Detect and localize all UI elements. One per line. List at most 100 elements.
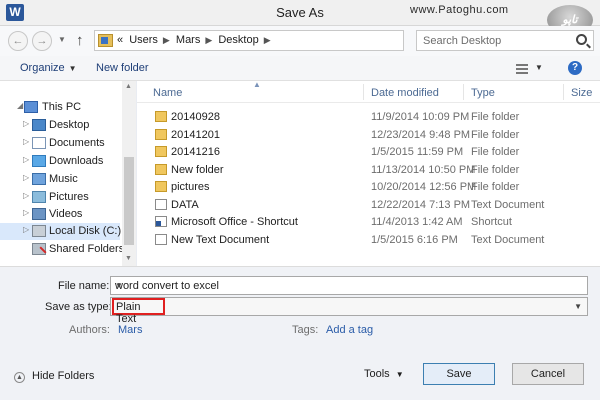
sidebar-item-pictures[interactable]: ▷ Pictures [0, 189, 120, 206]
sidebar-item-label: Downloads [49, 155, 104, 167]
column-header-size[interactable]: Size [571, 87, 592, 99]
up-folder-button[interactable]: ↑ [76, 32, 84, 49]
command-toolbar: Organize ▼ New folder ▼ ? [0, 56, 600, 81]
file-row[interactable]: 20141201 12/23/2014 9:48 PM File folder [137, 127, 600, 144]
chevron-right-icon[interactable]: ▶ [205, 35, 212, 45]
documents-icon [32, 137, 46, 149]
navigation-scrollbar[interactable]: ▲ ▼ [122, 81, 136, 266]
file-name-label: File name: [58, 280, 110, 292]
file-date: 11/13/2014 10:50 PM [371, 164, 476, 176]
folder-icon [155, 146, 167, 157]
help-icon[interactable]: ? [568, 61, 582, 75]
search-input[interactable]: Search Desktop [416, 30, 594, 51]
network-drive-icon [32, 243, 46, 255]
expand-icon[interactable]: ▷ [23, 137, 29, 146]
change-view-icon[interactable] [516, 64, 528, 74]
downloads-icon [32, 155, 46, 167]
sidebar-item-videos[interactable]: ▷ Videos [0, 206, 120, 223]
file-type: File folder [471, 146, 520, 158]
file-date: 1/5/2015 11:59 PM [371, 146, 464, 158]
authors-label: Authors: [69, 324, 110, 336]
file-name: 20141216 [171, 146, 220, 158]
sidebar-item-this-pc[interactable]: ◢ This PC [0, 99, 120, 116]
sidebar-item-label: Desktop [49, 119, 90, 131]
file-row[interactable]: New folder 11/13/2014 10:50 PM File fold… [137, 162, 600, 179]
computer-icon [24, 101, 38, 113]
folder-icon [155, 164, 167, 175]
save-button[interactable]: Save [423, 363, 495, 385]
breadcrumb-desktop[interactable]: Desktop [218, 34, 258, 46]
hide-folders-button[interactable]: Hide Folders [32, 370, 94, 382]
folder-location-icon [98, 34, 113, 47]
file-name-field[interactable]: word convert to excel ▼ [110, 276, 588, 295]
save-options-panel: File name: word convert to excel ▼ Save … [0, 266, 600, 400]
scroll-down-icon[interactable]: ▼ [125, 255, 132, 262]
sidebar-item-desktop[interactable]: ▷ Desktop [0, 117, 120, 134]
document-icon [155, 199, 167, 210]
view-options-caret-icon[interactable]: ▼ [535, 63, 543, 72]
column-divider[interactable] [463, 84, 464, 100]
file-row[interactable]: DATA 12/22/2014 7:13 PM Text Document [137, 197, 600, 214]
folder-icon [155, 111, 167, 122]
breadcrumb-overflow[interactable]: « [117, 34, 123, 46]
scroll-up-icon[interactable]: ▲ [125, 83, 132, 90]
chevron-right-icon[interactable]: ▶ [264, 35, 271, 45]
authors-value[interactable]: Mars [118, 324, 142, 336]
sidebar-item-label: Videos [49, 208, 83, 220]
file-type: Text Document [471, 199, 545, 211]
chevron-down-icon: ▼ [68, 64, 77, 73]
column-divider[interactable] [563, 84, 564, 100]
expand-icon[interactable]: ▷ [23, 155, 29, 164]
file-row[interactable]: 20140928 11/9/2014 10:09 PM File folder [137, 109, 600, 126]
scrollbar-thumb[interactable] [124, 157, 134, 245]
chevron-right-icon[interactable]: ▶ [163, 35, 170, 45]
expand-icon[interactable]: ▷ [23, 191, 29, 200]
breadcrumb-mars[interactable]: Mars [176, 34, 200, 46]
expand-icon[interactable]: ▷ [23, 225, 29, 234]
file-type: File folder [471, 129, 520, 141]
file-row[interactable]: New Text Document 1/5/2015 6:16 PM Text … [137, 232, 600, 249]
forward-button[interactable]: → [32, 31, 52, 51]
breadcrumb-users[interactable]: Users [129, 34, 158, 46]
organize-button[interactable]: Organize ▼ [20, 62, 77, 74]
column-header-type[interactable]: Type [471, 87, 495, 99]
file-type: Shortcut [471, 216, 512, 228]
column-header-date[interactable]: Date modified [371, 87, 439, 99]
music-icon [32, 173, 46, 185]
tags-label: Tags: [292, 324, 319, 336]
add-tag-link[interactable]: Add a tag [326, 324, 373, 336]
videos-icon [32, 208, 46, 220]
recent-locations-caret-icon[interactable]: ▼ [58, 35, 66, 44]
tools-button[interactable]: Tools ▼ [364, 368, 404, 380]
cancel-button[interactable]: Cancel [512, 363, 584, 385]
sidebar-item-documents[interactable]: ▷ Documents [0, 135, 120, 152]
search-icon[interactable] [576, 34, 587, 45]
sidebar-item-label: Documents [49, 137, 105, 149]
sidebar-item-shared-folders[interactable]: Shared Folders (\ [0, 241, 134, 258]
navigation-pane: ◢ This PC ▷ Desktop ▷ Documents ▷ Downlo… [0, 81, 136, 266]
sidebar-item-downloads[interactable]: ▷ Downloads [0, 153, 120, 170]
address-bar[interactable]: « Users▶ Mars▶ Desktop▶ ▼ ↻ [94, 30, 494, 51]
chevron-down-icon[interactable]: ▼ [574, 302, 582, 311]
sidebar-item-music[interactable]: ▷ Music [0, 171, 120, 188]
sidebar-item-local-disk[interactable]: ▷ Local Disk (C:) [0, 223, 121, 240]
file-date: 11/4/2013 1:42 AM [371, 216, 463, 228]
tools-label: Tools [364, 368, 390, 380]
new-folder-button[interactable]: New folder [96, 62, 149, 74]
collapse-up-icon[interactable]: ▲ [14, 372, 25, 383]
chevron-down-icon[interactable]: ▼ [115, 281, 582, 290]
back-button[interactable]: ← [8, 31, 28, 51]
expand-icon[interactable]: ▷ [23, 208, 29, 217]
expand-icon[interactable]: ▷ [23, 119, 29, 128]
file-row[interactable]: 20141216 1/5/2015 11:59 PM File folder [137, 144, 600, 161]
breadcrumb: « Users ▶ Mars ▶ Desktop ▶ [117, 34, 274, 46]
expand-icon[interactable]: ▷ [23, 173, 29, 182]
file-row[interactable]: pictures 10/20/2014 12:56 PM File folder [137, 179, 600, 196]
save-type-select[interactable]: Plain Text ▼ [110, 297, 588, 325]
collapse-icon[interactable]: ◢ [17, 101, 23, 110]
file-row[interactable]: Microsoft Office - Shortcut 11/4/2013 1:… [137, 214, 600, 231]
file-type: File folder [471, 111, 520, 123]
column-header-row: ▲ Name Date modified Type Size [137, 80, 600, 103]
column-divider[interactable] [363, 84, 364, 100]
column-header-name[interactable]: Name [153, 87, 182, 99]
